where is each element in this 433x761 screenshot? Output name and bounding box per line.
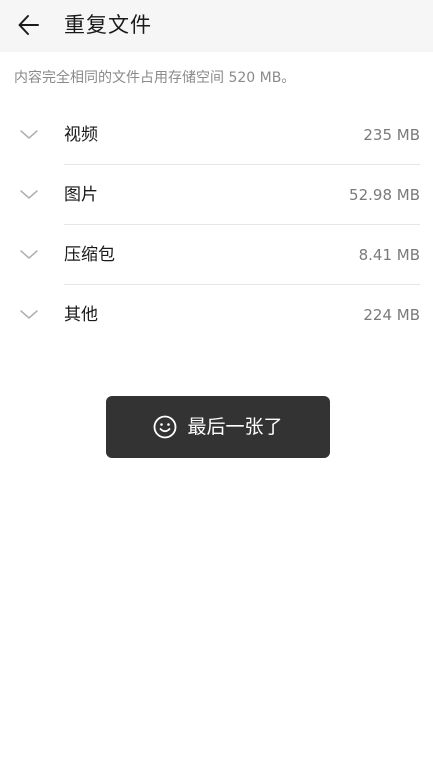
category-size: 235 MB (363, 126, 420, 144)
arrow-left-icon (18, 15, 39, 35)
category-row-video[interactable]: 视频 235 MB (0, 105, 433, 165)
storage-summary: 内容完全相同的文件占用存储空间 520 MB。 (14, 70, 296, 86)
category-label: 压缩包 (64, 245, 115, 265)
app-header: 重复文件 (0, 0, 433, 52)
category-size: 52.98 MB (349, 186, 420, 204)
toast-message: 最后一张了 (106, 396, 330, 458)
category-row-other[interactable]: 其他 224 MB (0, 285, 433, 345)
category-label: 视频 (64, 125, 98, 145)
category-size: 224 MB (363, 306, 420, 324)
chevron-down-icon (20, 310, 38, 319)
back-button[interactable] (14, 10, 44, 40)
toast-text: 最后一张了 (187, 416, 283, 438)
smiley-icon (154, 415, 177, 439)
chevron-down-icon (20, 130, 38, 139)
chevron-down-icon (20, 190, 38, 199)
category-label: 其他 (64, 305, 98, 325)
page-title: 重复文件 (64, 13, 152, 37)
category-row-images[interactable]: 图片 52.98 MB (0, 165, 433, 225)
category-list: 视频 235 MB 图片 52.98 MB 压缩包 8.41 MB 其他 224… (0, 105, 433, 345)
chevron-down-icon (20, 250, 38, 259)
category-size: 8.41 MB (358, 246, 420, 264)
category-label: 图片 (64, 185, 98, 205)
category-row-archives[interactable]: 压缩包 8.41 MB (0, 225, 433, 285)
